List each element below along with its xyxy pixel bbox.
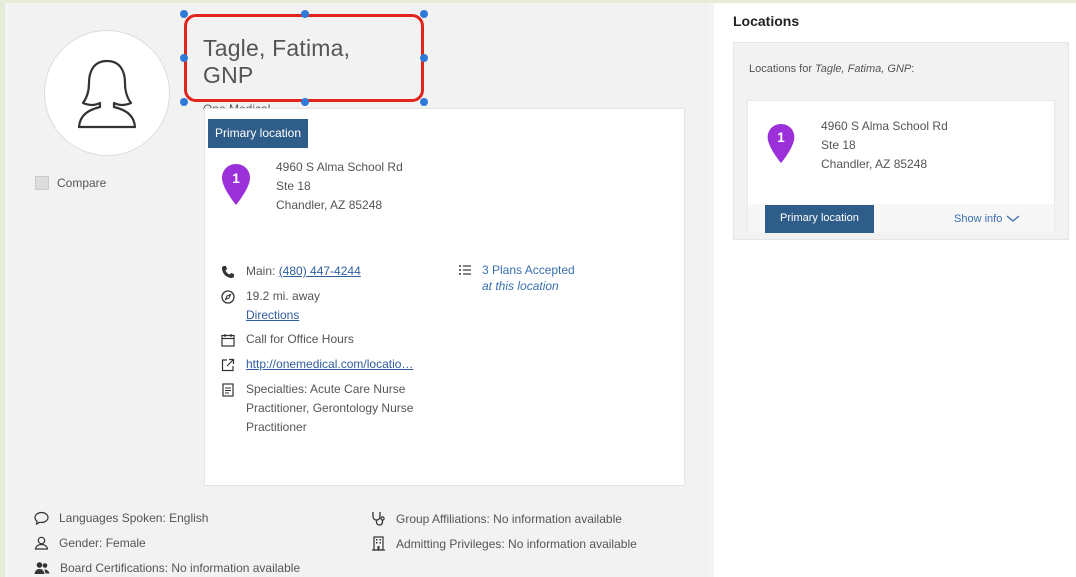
location-address: 4960 S Alma School Rd Ste 18 Chandler, A… — [821, 117, 948, 174]
distance-row: 19.2 mi. away Directions — [220, 287, 320, 325]
phone-icon — [222, 266, 234, 278]
building-icon — [372, 536, 385, 551]
locations-heading: Locations — [733, 13, 800, 29]
selection-handle[interactable] — [180, 10, 188, 18]
locations-for-prefix: Locations for — [749, 63, 812, 75]
plans-accepted-link[interactable]: 3 Plans Accepted — [482, 263, 575, 277]
specialties-line: Practitioner — [246, 420, 307, 434]
gender-text: Gender: Female — [59, 536, 146, 550]
plans-accepted[interactable]: 3 Plans Accepted at this location — [458, 263, 575, 293]
selection-handle[interactable] — [301, 98, 309, 106]
languages-text: Languages Spoken: English — [59, 511, 209, 525]
group-affiliations-text: Group Affiliations: No information avail… — [396, 511, 622, 526]
checkbox-box[interactable] — [35, 176, 49, 190]
phone-label: Main: — [246, 264, 276, 278]
office-hours-row: Call for Office Hours — [220, 330, 354, 349]
female-user-icon — [77, 59, 137, 129]
stethoscope-icon — [372, 512, 385, 526]
address-line: 4960 S Alma School Rd — [276, 160, 403, 174]
location-card: 1 4960 S Alma School Rd Ste 18 Chandler,… — [747, 100, 1055, 233]
person-icon — [34, 536, 49, 550]
distance-text: 19.2 mi. away — [246, 289, 321, 303]
address-line: Chandler, AZ 85248 — [276, 198, 383, 212]
specialties-line: Practitioner, Gerontology Nurse — [246, 401, 414, 415]
list-icon — [459, 265, 471, 275]
phone-row: Main: (480) 447-4244 — [220, 262, 361, 281]
phone-link[interactable]: (480) 447-4244 — [279, 264, 361, 278]
selection-handle[interactable] — [301, 10, 309, 18]
specialties-line: Specialties: Acute Care Nurse — [246, 382, 406, 396]
address-line: Chandler, AZ 85248 — [821, 157, 928, 171]
primary-address: 4960 S Alma School Rd Ste 18 Chandler, A… — [276, 158, 403, 215]
selection-handle[interactable] — [180, 98, 188, 106]
document-icon — [222, 383, 234, 397]
group-affiliations-row: Group Affiliations: No information avail… — [371, 511, 622, 526]
chevron-down-icon — [1006, 215, 1020, 222]
map-pin-number: 1 — [232, 170, 240, 186]
provider-name-header: Tagle, Fatima, GNP One Medical — [184, 14, 424, 116]
external-link-icon — [221, 358, 235, 372]
languages-row: Languages Spoken: English — [34, 511, 208, 525]
map-pin-number: 1 — [777, 130, 785, 145]
locations-for-suffix: : — [911, 63, 915, 75]
map-pin-icon: 1 — [767, 123, 795, 164]
locations-panel: Locations for Tagle, Fatima, GNP: 1 4960… — [733, 42, 1069, 240]
primary-location-badge: Primary location — [208, 119, 309, 148]
locations-for-label: Locations for Tagle, Fatima, GNP: — [749, 63, 914, 75]
office-hours-text: Call for Office Hours — [246, 332, 354, 346]
avatar — [44, 30, 170, 156]
provider-name: Tagle, Fatima, GNP — [203, 35, 351, 88]
gender-row: Gender: Female — [34, 536, 146, 550]
selection-handle[interactable] — [180, 54, 188, 62]
address-line: Ste 18 — [821, 138, 856, 152]
map-pin-icon: 1 — [222, 164, 250, 205]
website-row: http://onemedical.com/locatio… — [220, 355, 413, 374]
address-line: Ste 18 — [276, 179, 311, 193]
compare-checkbox[interactable]: Compare — [35, 176, 106, 190]
directions-link[interactable]: Directions — [246, 308, 299, 322]
compass-icon — [221, 290, 235, 304]
selection-handle[interactable] — [420, 54, 428, 62]
compare-label: Compare — [57, 176, 107, 190]
selection-handle[interactable] — [420, 10, 428, 18]
primary-location-card: Primary location 1 4960 S Alma School Rd… — [204, 108, 685, 486]
show-info-label: Show info — [954, 213, 1003, 225]
speech-bubble-icon — [34, 511, 49, 525]
plans-accepted-sub: at this location — [482, 279, 559, 293]
specialties-row: Specialties: Acute Care Nurse Practition… — [220, 380, 413, 437]
website-link[interactable]: http://onemedical.com/locatio… — [246, 355, 413, 374]
show-info-toggle[interactable]: Show info — [954, 213, 1020, 225]
admitting-privileges-text: Admitting Privileges: No information ava… — [396, 536, 637, 551]
locations-for-name: Tagle, Fatima, GNP — [815, 63, 912, 75]
primary-location-button[interactable]: Primary location — [765, 205, 874, 233]
board-certifications-row: Board Certifications: No information ava… — [34, 561, 300, 575]
calendar-icon — [221, 334, 235, 347]
board-certifications-text: Board Certifications: No information ava… — [60, 561, 301, 575]
people-icon — [34, 562, 50, 574]
admitting-privileges-row: Admitting Privileges: No information ava… — [371, 536, 637, 551]
selection-handle[interactable] — [420, 98, 428, 106]
address-line: 4960 S Alma School Rd — [821, 119, 948, 133]
